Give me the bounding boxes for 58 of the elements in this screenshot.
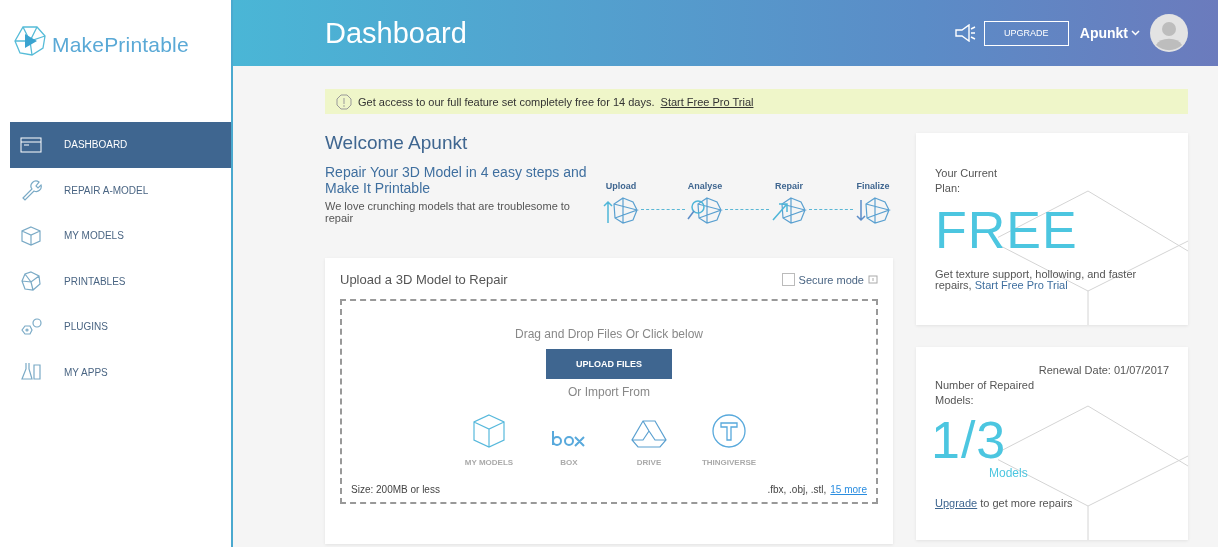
drop-zone[interactable]: Drag and Drop Files Or Click below UPLOAD FILES Or Import From MY MODELS BOX DRIVE THINGIVERSE Size: 200MB or less .fbx, .obj, .stl, 15 more [340,299,878,504]
logo-icon [14,26,46,56]
drop-hint: Drag and Drop Files Or Click below [514,327,704,341]
import-label: Or Import From [568,385,650,399]
brand-name: MakePrintable [52,33,189,57]
renewal-date: Renewal Date: 01/07/2017 [1038,363,1169,378]
upload-files-button[interactable]: UPLOAD FILES [546,349,672,379]
magnifier-polyhedron-icon [687,196,723,224]
upgrade-link[interactable]: Upgrade [935,497,978,509]
user-menu[interactable]: Apunkt [1079,25,1140,41]
browser-window-icon [20,136,42,153]
sidebar-item[interactable]: PRINTABLES [10,258,231,304]
plan-value: FREE [935,204,1079,256]
upload-title: Upload a 3D Model to Repair [340,272,508,287]
plan-note: Get texture support, hollowing, and faster repairs, Start Free Pro Trial [935,269,1138,291]
upgrade-button[interactable]: UPGRADE [983,20,1069,46]
triangle-drive-icon [631,419,667,449]
free-trial-link[interactable]: Start Free Pro Trial [974,279,1068,291]
arrow-polyhedron-icon [771,196,807,224]
usage-label: Number of Repaired Models: [935,378,1036,408]
warning-icon [336,93,352,110]
avatar[interactable] [1150,14,1188,52]
sidebar-item[interactable]: REPAIR A-MODEL [10,167,231,213]
checkbox[interactable] [781,273,795,286]
notice-text: Get access to our full feature set completely free for 14 days. [358,95,655,108]
usage-unit: Models [989,466,1029,480]
sidebar-item[interactable]: DASHBOARD [10,122,231,168]
size-note: Size: 200MB or less [351,484,440,495]
polyhedron-icon [20,270,42,293]
step-label: Analyse [687,181,723,191]
page-title: Dashboard [325,16,468,50]
usage-value: 1/3 [931,414,1007,466]
plan-label: Your Current Plan: [935,166,998,196]
free-trial-link[interactable]: Start Free Pro Trial [660,95,754,108]
formats-text: .fbx, .obj, .stl, [767,484,827,495]
more-formats-link[interactable]: 15 more [830,484,867,495]
download-polyhedron-icon [855,196,891,224]
nuts-icon [20,317,42,336]
step-label: Finalize [856,181,890,191]
chevron-down-icon [1131,30,1140,36]
t-circle-icon [711,413,747,449]
megaphone-icon[interactable] [953,24,976,42]
info-icon [868,274,878,285]
sidebar-item[interactable]: MY APPS [10,349,231,395]
sidebar-item[interactable]: PLUGINS [10,304,231,350]
cube-icon [471,413,507,449]
welcome-description: We love crunching models that are troublesome to repair [325,200,571,224]
step-label: Upload [605,181,637,191]
wrench-icon [20,179,42,202]
upgrade-note: Upgrade to get more repairs [935,496,1074,511]
step-label: Repair [775,181,803,191]
welcome-subtitle: Repair Your 3D Model in 4 easy steps and Make It Printable [325,164,588,196]
upload-polyhedron-icon [603,196,639,224]
cube-icon [20,224,42,247]
welcome-heading: Welcome Apunkt [325,132,469,154]
secure-mode-checkbox[interactable]: Secure mode [781,273,878,286]
box-logo-icon [551,429,587,449]
sidebar-item[interactable]: MY MODELS [10,213,231,259]
